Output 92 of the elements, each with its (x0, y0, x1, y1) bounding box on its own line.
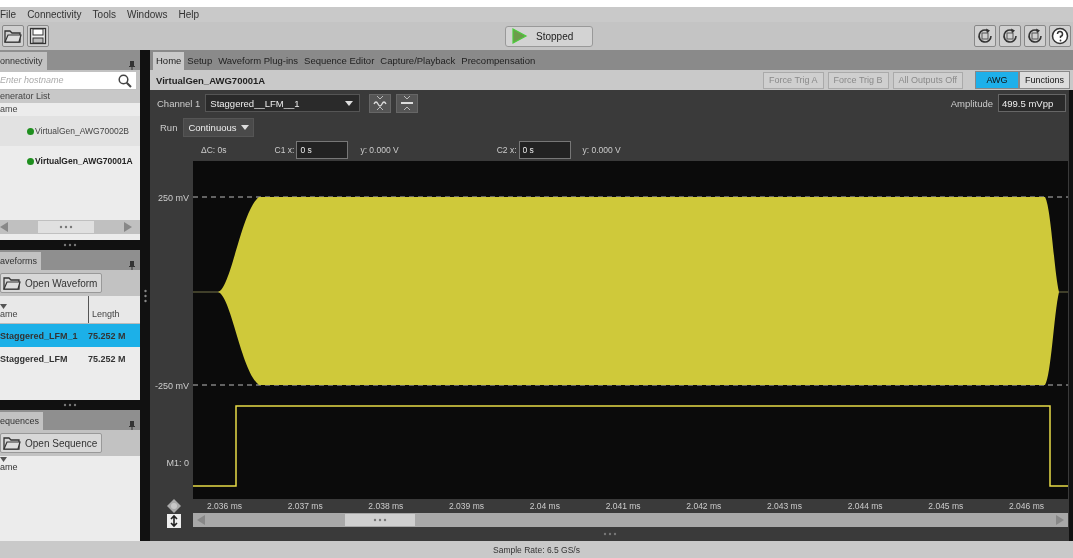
wave-scale-icon[interactable] (372, 95, 389, 111)
cursor-delta: ΔC: 0s (201, 145, 227, 155)
tab[interactable]: Capture/Playback (377, 52, 459, 70)
sort-icon[interactable] (0, 304, 7, 309)
section-header: enerator List (0, 90, 140, 103)
run-label: Run (160, 121, 178, 133)
splitter-grip-icon[interactable] (143, 288, 147, 303)
scale-toggle-icon[interactable] (167, 514, 181, 528)
scrollbar[interactable] (0, 220, 140, 234)
cursor-y-value: y: 0.000 V (582, 145, 621, 155)
cursor-x-field[interactable]: 0 s (518, 141, 571, 159)
axis-label: -250 mV (155, 381, 189, 391)
generator-item[interactable]: VirtualGen_AWG70001A (0, 146, 140, 176)
amplitude-label: Amplitude (950, 97, 993, 109)
axis-tick-label: 2.044 ms (847, 501, 883, 511)
refresh-icon[interactable] (976, 27, 994, 45)
cursor-y-value: y: 0.000 V (360, 145, 399, 155)
axis-tick-label: 2.04 ms (529, 501, 560, 511)
axis-tick-label: 2.037 ms (287, 501, 323, 511)
column-header[interactable]: ame (0, 103, 140, 116)
splitter-grip-icon[interactable] (63, 403, 77, 407)
tab[interactable]: Home (153, 52, 185, 70)
status-dot-icon (27, 127, 34, 135)
cursor-label: C1 x: (274, 145, 295, 155)
splitter-grip-icon[interactable] (602, 532, 617, 536)
waveform-row[interactable]: Staggered_LFM_1 75.252 M (0, 324, 140, 347)
save-icon[interactable] (29, 27, 47, 45)
axis-label: 250 mV (157, 193, 189, 203)
axis-tick-label: 2.045 ms (928, 501, 964, 511)
tab[interactable]: Setup (184, 52, 216, 70)
search-field[interactable]: Enter hostname (0, 71, 136, 89)
folder-icon (3, 275, 21, 291)
grip-icon[interactable] (59, 225, 73, 229)
axis-tick-label: 2.038 ms (368, 501, 404, 511)
open-waveform-button[interactable]: Open Waveform (0, 273, 103, 293)
open-sequence-button[interactable]: Open Sequence (0, 433, 103, 453)
folder-icon (3, 435, 21, 451)
menu-item[interactable]: File (0, 9, 17, 20)
pin-icon[interactable] (129, 61, 135, 70)
axis-tick-label: 2.043 ms (767, 501, 802, 511)
waveform-row[interactable]: Staggered_LFM 75.252 M (0, 347, 140, 370)
splitter-grip-icon[interactable] (63, 243, 77, 247)
caret-icon (240, 124, 249, 130)
tab[interactable]: Waveform Plug-ins (215, 52, 302, 70)
mode-button[interactable]: AWG (974, 71, 1019, 89)
tab[interactable]: Precompensation (458, 52, 539, 70)
amplitude-field[interactable]: 499.5 mVpp (998, 94, 1066, 112)
status-dot-icon (27, 157, 34, 165)
tab[interactable]: Sequence Editor (301, 52, 378, 70)
column-header[interactable]: Length (92, 309, 140, 319)
open-folder-icon[interactable] (4, 28, 22, 44)
axis-tick-label: 2.041 ms (605, 501, 641, 511)
panel-tab[interactable]: aveforms (0, 252, 41, 270)
caret-icon (345, 100, 354, 106)
axis-tick-label: 2.046 ms (1009, 501, 1044, 511)
column-header[interactable]: ame (0, 462, 140, 472)
axis-tick-label: 2.039 ms (449, 501, 484, 511)
run-mode-dropdown[interactable]: Continuous (183, 117, 254, 137)
menu-item[interactable]: Tools (92, 9, 116, 20)
mode-button[interactable]: Functions (1018, 71, 1070, 89)
refresh-icon[interactable] (1026, 27, 1044, 45)
help-icon[interactable] (1051, 27, 1069, 45)
scrollbar[interactable] (193, 513, 1068, 527)
marker-label: M1: 0 (166, 458, 189, 468)
axis-tick-label: 2.036 ms (207, 501, 242, 511)
waveform-length: 75.252 M (88, 353, 127, 364)
sample-rate: Sample Rate: 6.5 GS/s (493, 544, 580, 555)
panel-tab[interactable]: onnectivity (0, 52, 47, 70)
menu-item[interactable]: Windows (126, 9, 168, 20)
refresh-icon[interactable] (1001, 27, 1019, 45)
run-button[interactable]: Stopped (505, 25, 593, 47)
cursor-x-field[interactable]: 0 s (296, 141, 349, 159)
cursor-label: C2 x: (496, 145, 517, 155)
instrument-name: VirtualGen_AWG70001A (156, 74, 266, 86)
pin-icon[interactable] (129, 261, 135, 270)
grip-icon[interactable] (373, 518, 387, 522)
menu-item[interactable]: Connectivity (27, 9, 82, 20)
cursor-handle-icon[interactable] (167, 499, 181, 513)
play-icon (510, 27, 528, 45)
generator-item[interactable]: VirtualGen_AWG70002B (0, 116, 140, 146)
column-header[interactable]: ame (0, 309, 88, 319)
axis-tick-label: 2.042 ms (686, 501, 722, 511)
pin-icon[interactable] (129, 421, 135, 430)
waveform-length: 75.252 M (88, 330, 127, 341)
waveform-dropdown[interactable]: Staggered__LFM__1 (205, 94, 361, 112)
waveform-name: Staggered_LFM_1 (0, 330, 79, 341)
panel-tab[interactable]: equences (0, 412, 44, 430)
flat-scale-icon[interactable] (399, 95, 416, 111)
waveform-name: Staggered_LFM (0, 353, 69, 364)
search-icon[interactable] (118, 73, 132, 88)
menu-item[interactable]: Help (178, 9, 200, 20)
channel-label: Channel 1 (157, 97, 201, 109)
